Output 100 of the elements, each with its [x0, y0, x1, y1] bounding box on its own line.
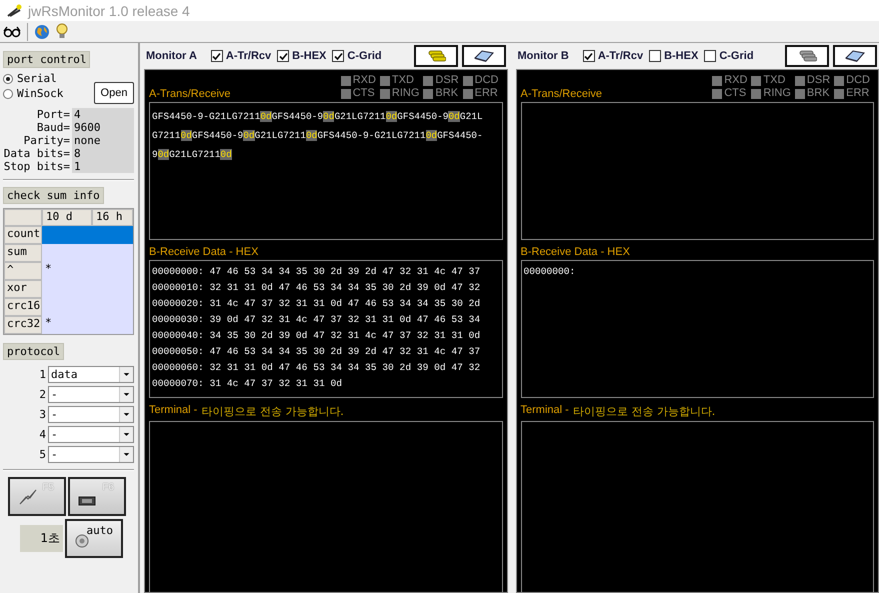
row-number: 4: [39, 428, 46, 441]
signal-label: ERR: [846, 87, 870, 100]
section-title: check sum info: [3, 187, 104, 204]
hex-line: 00000040: 34 35 30 2d 39 0d 47 32 31 4c 47 37 32 31 31 0d: [152, 329, 480, 343]
row-header: xor: [4, 280, 42, 298]
received-text: G72110dGFS4450-90dG21LG72110dGFS4450-9-G21LG72110dGFS4450-: [152, 129, 483, 143]
row-header: sum: [4, 244, 42, 262]
option-label: C-Grid: [719, 50, 754, 62]
monitor-title: Monitor A: [146, 50, 197, 62]
connect-button[interactable]: [414, 45, 458, 67]
column-header: 10 d: [42, 209, 92, 226]
section-label: B-Receive Data - HEX: [520, 246, 630, 258]
setting-value: none: [72, 134, 134, 147]
hex-line: 00000020: 31 4c 47 37 32 31 31 0d 47 46 53 34 34 35 30 2d: [152, 297, 480, 311]
signal-label: CTS: [352, 87, 375, 100]
hex-line: 00000010: 32 31 31 0d 47 46 53 34 34 35 30 2d 39 0d 47 32: [152, 281, 480, 295]
section-title: port control: [3, 51, 90, 68]
signal-label: DSR: [806, 74, 830, 87]
row-header: crc32: [4, 316, 42, 334]
header-cell: [4, 209, 42, 226]
section-label: A-Trans/Receive: [149, 88, 231, 100]
signal-label: DSR: [435, 74, 459, 87]
table-cell[interactable]: [92, 226, 133, 244]
eraser-button[interactable]: [833, 45, 877, 67]
hex-line: 00000000: 47 46 53 34 34 35 30 2d 39 2d 47 32 31 4c 47 37: [152, 265, 480, 279]
hex-line: 00000060: 32 31 31 0d 47 46 53 34 34 35 30 2d 39 0d 47 32: [152, 361, 480, 375]
auto-button[interactable]: auto: [65, 519, 123, 558]
window-title: jwRsMonitor 1.0 release 4: [28, 2, 190, 18]
table-cell[interactable]: [42, 226, 92, 244]
checkbox[interactable]: [582, 50, 595, 62]
row-number: 1: [39, 368, 46, 381]
caret-icon[interactable]: [119, 427, 133, 442]
setting-value: 4: [72, 108, 134, 121]
section-label: Terminal -: [149, 404, 198, 418]
protocol-dropdown[interactable]: -: [48, 426, 134, 443]
lightbulb-icon[interactable]: [56, 23, 68, 40]
device-icon: [78, 496, 96, 506]
terminal-hint: 타이핑으로 전송 가능합니다.: [201, 404, 344, 419]
received-text: 90dG21LG72110d: [152, 148, 232, 162]
hex-line: 00000050: 47 46 53 34 34 35 30 2d 39 2d 47 32 31 4c 47 37: [152, 345, 480, 359]
setting-value: 8: [72, 147, 134, 160]
eraser-icon: [472, 49, 494, 63]
hex-line: 00000000:: [524, 265, 576, 279]
radio-option[interactable]: WinSock: [3, 87, 64, 100]
terminal-hint: 타이핑으로 전송 가능합니다.: [572, 404, 716, 419]
column-header: 16 h: [92, 209, 133, 226]
checkbox[interactable]: [210, 50, 223, 62]
hex-line: 00000070: 31 4c 47 37 32 31 31 0d: [152, 377, 342, 391]
row-number: 3: [39, 408, 46, 421]
row-header: ^: [4, 262, 42, 280]
option-label: B-HEX: [292, 50, 326, 62]
received-text: GFS4450-9-G21LG72110dGFS4450-90dG21LG72110dGFS4450-90dG21L: [152, 110, 483, 124]
setting-label: Stop bits=: [3, 160, 71, 173]
radio-option[interactable]: Serial: [3, 72, 64, 85]
section-title: protocol: [3, 343, 64, 360]
signal-label: RXD: [724, 74, 748, 87]
disc-icon: [75, 534, 89, 548]
eraser-button[interactable]: [462, 45, 506, 67]
option-label: A-Tr/Rcv: [598, 50, 644, 62]
setting-label: Data bits=: [3, 147, 71, 160]
signal-label: TXD: [392, 74, 414, 87]
setting-label: Baud=: [36, 121, 71, 134]
setting-label: Port=: [36, 108, 71, 121]
coil-icon: [797, 48, 817, 64]
caret-icon[interactable]: [119, 387, 133, 402]
interval-label: 1초: [20, 525, 63, 552]
coil-icon: [426, 48, 446, 64]
checkbox[interactable]: [332, 50, 344, 62]
caret-icon[interactable]: [119, 367, 133, 382]
signal-label: ERR: [474, 87, 498, 100]
checkbox[interactable]: [704, 50, 716, 62]
signal-label: RING: [763, 87, 791, 100]
protocol-dropdown[interactable]: -: [48, 446, 134, 463]
protocol-dropdown[interactable]: data: [48, 366, 134, 383]
signal-label: DCD: [846, 74, 870, 87]
monitor-title: Monitor B: [518, 50, 569, 62]
option-label: B-HEX: [664, 50, 698, 62]
signal-label: BRK: [806, 87, 830, 100]
connect-button[interactable]: [785, 45, 829, 67]
signal-label: BRK: [435, 87, 458, 100]
signal-label: TXD: [763, 74, 786, 87]
glasses-icon[interactable]: [3, 26, 21, 38]
eraser-icon: [844, 49, 866, 63]
row-number: 2: [39, 388, 46, 401]
open-button[interactable]: Open: [94, 82, 134, 104]
option-label: C-Grid: [347, 50, 382, 62]
globe-icon[interactable]: [34, 24, 50, 40]
app-icon: [6, 4, 22, 18]
protocol-dropdown[interactable]: -: [48, 406, 134, 423]
lightning-icon: [18, 488, 38, 506]
checkbox[interactable]: [277, 50, 290, 62]
row-number: 5: [39, 448, 46, 461]
setting-value: 1: [72, 160, 134, 173]
hex-line: 00000030: 39 0d 47 32 31 4c 47 37 32 31 31 0d 47 46 53 34: [152, 313, 480, 327]
setting-label: Parity=: [22, 134, 71, 147]
signal-label: RING: [392, 87, 420, 100]
caret-icon[interactable]: [119, 407, 133, 422]
caret-icon[interactable]: [119, 447, 133, 462]
checkbox[interactable]: [649, 50, 662, 62]
protocol-dropdown[interactable]: -: [48, 386, 134, 403]
